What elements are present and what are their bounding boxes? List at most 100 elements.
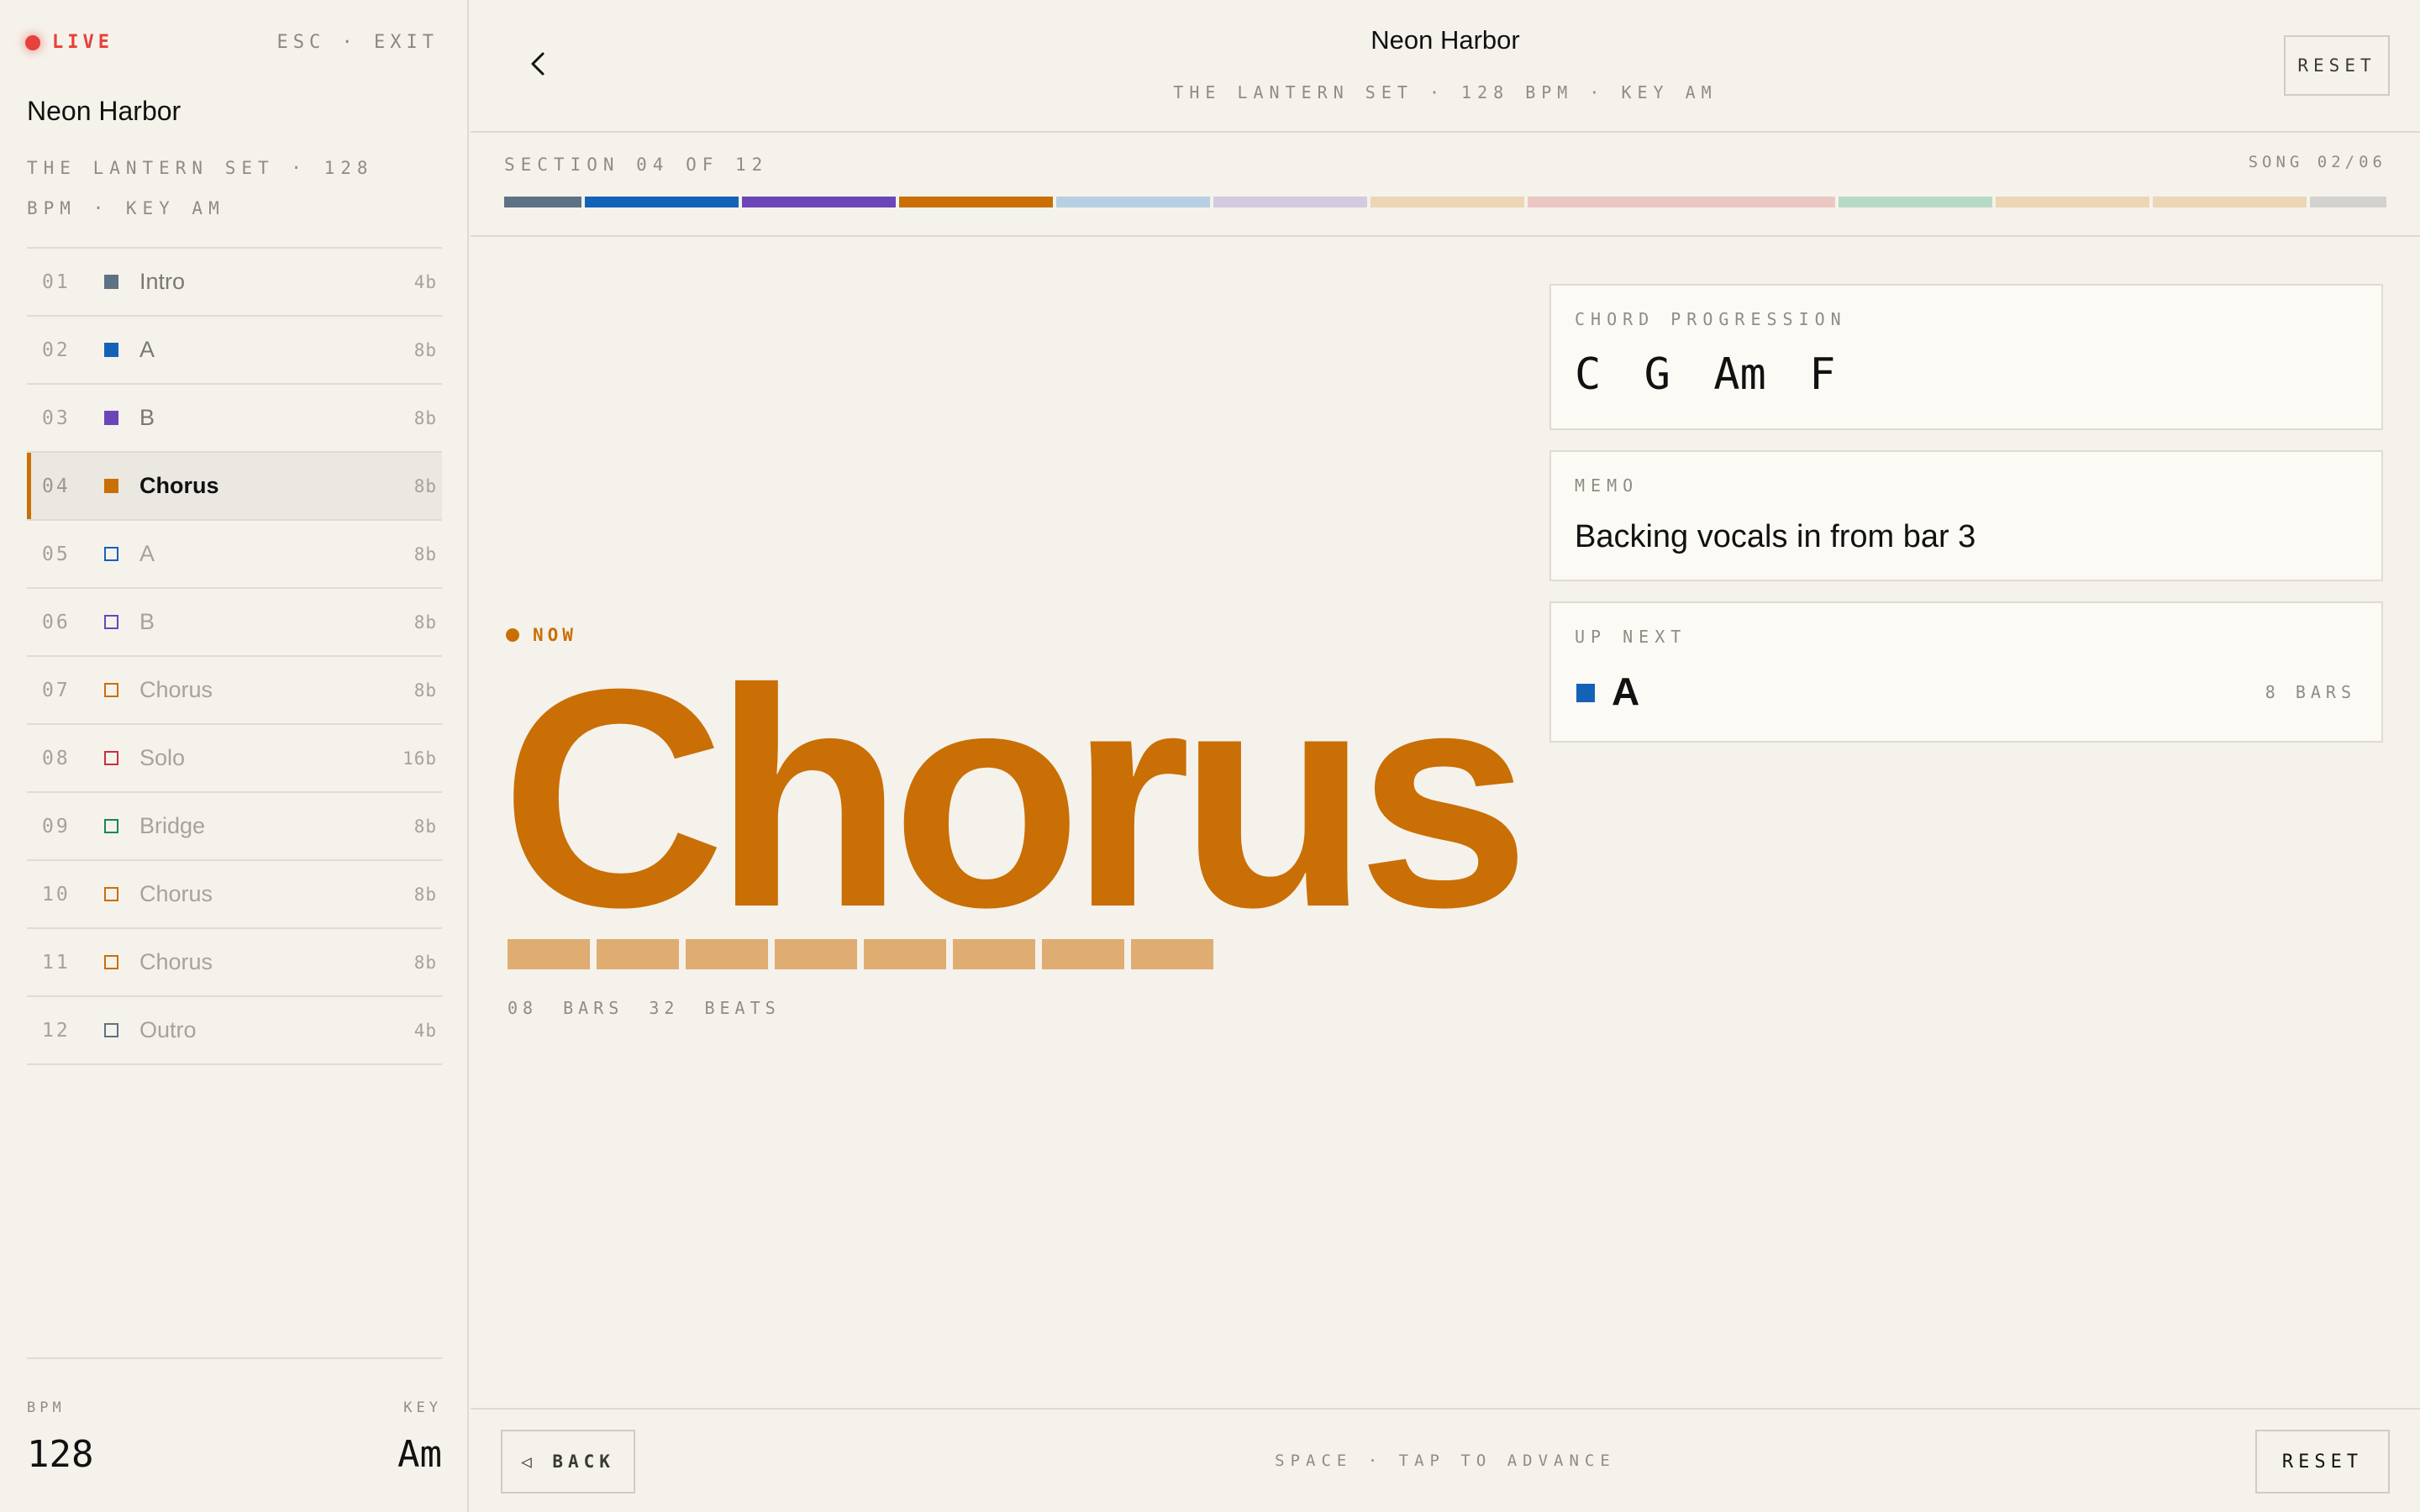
bar-block (775, 939, 857, 969)
bar-block (597, 939, 679, 969)
page-meta: THE LANTERN SET · 128 BPM · KEY AM (1173, 82, 1718, 102)
footer-bar: ◁ BACK SPACE · TAP TO ADVANCE RESET (471, 1408, 2420, 1512)
section-name: Intro (139, 269, 186, 294)
section-row[interactable]: 06 B 8b (27, 589, 442, 657)
song-meta: THE LANTERN SET · 128 BPM · KEY AM (27, 158, 374, 218)
section-number: 12 (42, 1019, 71, 1042)
up-next-bars: 8 BARS (2265, 682, 2356, 702)
section-name: Chorus (139, 949, 213, 974)
section-name: Outro (139, 1017, 197, 1042)
section-counter: SECTION 04 OF 12 (504, 155, 769, 175)
chord-progression-card: CHORD PROGRESSION C G Am F (1549, 284, 2383, 430)
bar-block (1131, 939, 1213, 969)
section-color-swatch (104, 343, 118, 357)
reset-button-bottom[interactable]: RESET (2255, 1430, 2390, 1494)
section-bars: 8b (413, 884, 437, 905)
progress-segment (2309, 197, 2386, 207)
key-label: KEY (403, 1399, 442, 1416)
section-name: Bridge (139, 813, 206, 838)
section-color-swatch (104, 751, 118, 765)
section-number: 08 (42, 747, 71, 769)
sidebar-footer: BPM KEY 128 Am (27, 1357, 442, 1476)
bars-count: 08 BARS (508, 998, 624, 1018)
bpm-value: 128 (27, 1433, 94, 1476)
section-color-swatch (104, 1023, 118, 1037)
current-section-name: Chorus (501, 625, 1530, 972)
section-row[interactable]: 11 Chorus 8b (27, 929, 442, 997)
section-progress-bar (504, 197, 2386, 207)
progress-segment (1527, 197, 1835, 207)
section-row[interactable]: 04 Chorus 8b (27, 453, 442, 521)
up-next-card: UP NEXT A 8 BARS (1549, 601, 2383, 743)
section-name: Chorus (139, 677, 213, 702)
progress-segment (2152, 197, 2307, 207)
key-value: Am (397, 1433, 442, 1476)
section-name: Chorus (139, 473, 219, 498)
beats-count: 32 BEATS (649, 998, 781, 1018)
section-bars: 8b (413, 952, 437, 973)
section-bars: 4b (413, 1020, 437, 1041)
memo-text: Backing vocals in from bar 3 (1575, 519, 1976, 554)
section-number: 11 (42, 951, 71, 974)
section-number: 09 (42, 815, 71, 837)
section-number: 01 (42, 270, 71, 293)
section-color-swatch (104, 819, 118, 833)
bar-block (508, 939, 590, 969)
bar-block (864, 939, 946, 969)
section-bars: 8b (413, 543, 437, 564)
section-color-swatch (104, 547, 118, 561)
progress-strip: SECTION 04 OF 12 SONG 02/06 (471, 134, 2420, 237)
section-name: A (139, 541, 155, 566)
section-row[interactable]: 10 Chorus 8b (27, 861, 442, 929)
bar-block (686, 939, 768, 969)
section-number: 04 (42, 475, 71, 497)
section-color-swatch (104, 479, 118, 493)
section-bars: 8b (413, 816, 437, 837)
reset-button-top[interactable]: RESET (2284, 35, 2390, 96)
section-color-swatch (104, 887, 118, 901)
section-number: 05 (42, 543, 71, 565)
sidebar: LIVE ESC · EXIT Neon Harbor THE LANTERN … (0, 0, 469, 1512)
bar-info: 08 BARS 32 BEATS (508, 998, 781, 1018)
bpm-label: BPM (27, 1399, 66, 1416)
section-color-swatch (104, 615, 118, 629)
section-row[interactable]: 08 Solo 16b (27, 725, 442, 793)
live-indicator: LIVE (25, 32, 113, 53)
section-row[interactable]: 07 Chorus 8b (27, 657, 442, 725)
bar-blocks (508, 939, 1213, 969)
up-next-name: A (1612, 669, 1640, 713)
section-bars: 8b (413, 407, 437, 428)
section-row[interactable]: 12 Outro 4b (27, 997, 442, 1065)
progress-segment (504, 197, 581, 207)
live-label: LIVE (52, 32, 113, 53)
section-number: 03 (42, 407, 71, 429)
chord-progression-label: CHORD PROGRESSION (1575, 309, 1847, 329)
progress-segment (584, 197, 739, 207)
section-bars: 4b (413, 271, 437, 292)
progress-segment (741, 197, 896, 207)
section-number: 10 (42, 883, 71, 906)
exit-button[interactable]: ESC · EXIT (277, 32, 439, 53)
section-number: 07 (42, 679, 71, 701)
progress-segment (1213, 197, 1367, 207)
section-row[interactable]: 09 Bridge 8b (27, 793, 442, 861)
section-bars: 16b (402, 748, 437, 769)
section-color-swatch (104, 955, 118, 969)
progress-segment (1995, 197, 2149, 207)
section-name: Chorus (139, 881, 213, 906)
header: Neon Harbor THE LANTERN SET · 128 BPM · … (471, 0, 2420, 133)
progress-segment (898, 197, 1053, 207)
memo-card: MEMO Backing vocals in from bar 3 (1549, 450, 2383, 581)
progress-segment (1838, 197, 1992, 207)
section-row[interactable]: 03 B 8b (27, 385, 442, 453)
song-title: Neon Harbor (27, 96, 182, 126)
section-number: 02 (42, 339, 71, 361)
section-name: B (139, 609, 155, 634)
section-row[interactable]: 05 A 8b (27, 521, 442, 589)
advance-hint: SPACE · TAP TO ADVANCE (1275, 1452, 1616, 1470)
section-bars: 8b (413, 612, 437, 633)
section-name: B (139, 405, 155, 430)
section-row[interactable]: 02 A 8b (27, 317, 442, 385)
chord-progression-value: C G Am F (1575, 349, 1836, 400)
section-row[interactable]: 01 Intro 4b (27, 249, 442, 317)
